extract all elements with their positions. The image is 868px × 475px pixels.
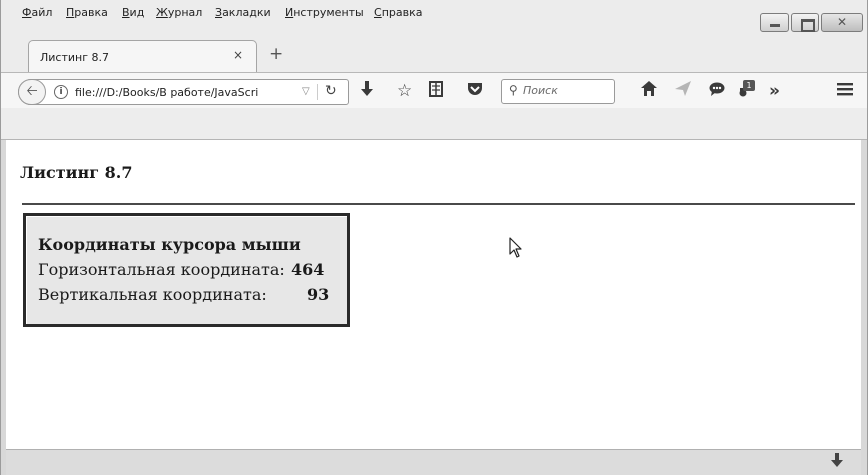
- hamburger-menu-icon[interactable]: [837, 81, 853, 101]
- back-arrow-icon: 🡠: [26, 83, 38, 99]
- horizontal-rule: [22, 203, 855, 205]
- site-info-icon[interactable]: i: [54, 85, 68, 99]
- bookmarks-toolbar: [1, 108, 867, 140]
- menu-bookmarks[interactable]: Закладки: [215, 7, 271, 19]
- page-content: Листинг 8.7 Координаты курсора мыши Гори…: [6, 140, 861, 449]
- close-window-button[interactable]: [821, 13, 863, 32]
- url-dropdown-icon[interactable]: ▽: [302, 86, 310, 97]
- minimize-button[interactable]: [760, 13, 789, 32]
- menu-bar: Файл Правка Вид Журнал Закладки Инструме…: [1, 0, 867, 22]
- reading-list-icon[interactable]: [429, 81, 443, 102]
- menu-file[interactable]: Файл: [22, 7, 52, 19]
- chat-icon[interactable]: [709, 81, 725, 101]
- vertical-coordinate-value: 93: [307, 285, 330, 304]
- tab-active[interactable]: Листинг 8.7 ×: [28, 40, 257, 73]
- menu-edit[interactable]: Правка: [66, 7, 108, 19]
- bookmark-star-icon[interactable]: ☆: [397, 81, 412, 101]
- home-icon[interactable]: [641, 81, 657, 101]
- menu-view[interactable]: Вид: [122, 7, 144, 19]
- coordinates-panel: Координаты курсора мыши Горизонтальная к…: [23, 213, 350, 327]
- coordinates-title: Координаты курсора мыши: [38, 235, 301, 254]
- search-icon: ⚲: [509, 83, 518, 97]
- overflow-chevron-icon[interactable]: »: [769, 81, 780, 101]
- maximize-button[interactable]: [791, 13, 819, 32]
- url-bar[interactable]: 🡠 i file:///D:/Books/В работе/JavaScri ▽…: [18, 79, 349, 105]
- window-frame-right: [861, 140, 868, 475]
- send-tab-icon[interactable]: [675, 81, 691, 101]
- window-controls: [760, 13, 863, 32]
- new-tab-button[interactable]: +: [269, 44, 283, 64]
- horizontal-coordinate-value: 464: [291, 260, 325, 279]
- download-status-icon[interactable]: [831, 453, 843, 472]
- url-separator: [317, 84, 318, 100]
- vertical-coordinate-label: Вертикальная координата:: [38, 285, 267, 304]
- search-box[interactable]: ⚲: [501, 79, 615, 104]
- back-button[interactable]: 🡠: [18, 79, 46, 105]
- horizontal-coordinate-label: Горизонтальная координата:: [38, 260, 285, 279]
- navigation-toolbar: 🡠 i file:///D:/Books/В работе/JavaScri ▽…: [1, 72, 867, 108]
- reload-icon[interactable]: ↻: [325, 83, 337, 99]
- page-title: Листинг 8.7: [20, 163, 133, 182]
- menu-tools[interactable]: Инструменты: [285, 7, 364, 19]
- menu-help[interactable]: Справка: [374, 7, 422, 19]
- browser-window-chrome: Файл Правка Вид Журнал Закладки Инструме…: [0, 0, 868, 140]
- menu-history[interactable]: Журнал: [156, 7, 202, 19]
- extension-badge: 1: [743, 80, 755, 91]
- pocket-icon[interactable]: [467, 81, 483, 101]
- search-input[interactable]: [523, 84, 611, 97]
- tab-title: Листинг 8.7: [40, 51, 109, 64]
- download-icon[interactable]: [361, 81, 373, 102]
- mouse-pointer-icon: [509, 237, 523, 263]
- tab-close-icon[interactable]: ×: [233, 48, 243, 62]
- status-bar: [6, 449, 861, 475]
- url-text[interactable]: file:///D:/Books/В работе/JavaScri: [75, 86, 297, 99]
